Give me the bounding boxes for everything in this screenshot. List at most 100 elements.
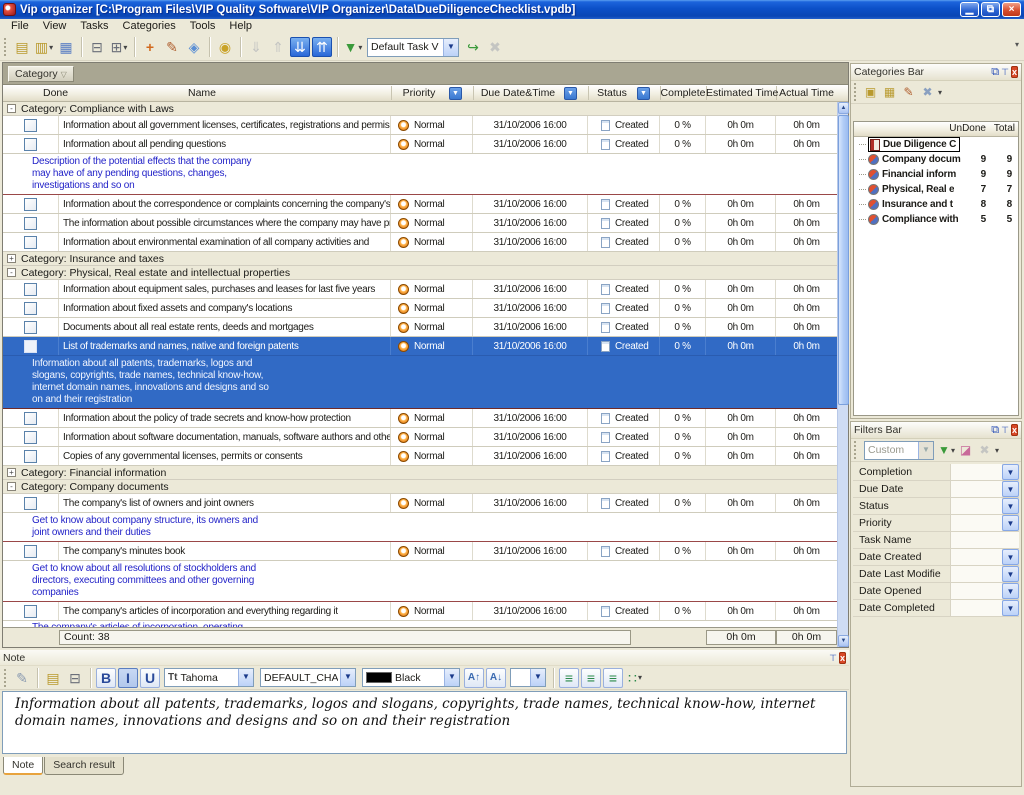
done-checkbox[interactable] (24, 119, 37, 132)
group-by-category-button[interactable]: Category▽ (8, 66, 74, 82)
column-filter-dropdown-icon[interactable]: ▼ (564, 87, 577, 100)
insert-object-button[interactable]: ▤ (42, 667, 64, 689)
task-row[interactable]: Information about equipment sales, purch… (3, 280, 837, 299)
done-checkbox[interactable] (24, 283, 37, 296)
print-note-button[interactable]: ⊟ (64, 667, 86, 689)
charset-combo-dropdown[interactable]: ▼ (340, 669, 355, 686)
filter-preset-combo[interactable]: Custom▼ (864, 441, 934, 460)
scroll-up-button[interactable]: ▲ (838, 102, 849, 114)
task-view-combo[interactable]: Default Task V▼ (367, 38, 459, 57)
tree-category-item[interactable]: Company docum99 (854, 152, 1018, 167)
filter-value-field[interactable] (950, 600, 1002, 616)
task-note-row[interactable]: Description of the potential effects tha… (3, 154, 837, 195)
column-header-done[interactable]: Done (43, 87, 68, 99)
maximize-panel-icon[interactable]: ⧉ (991, 424, 999, 436)
tab-search-result[interactable]: Search result (44, 757, 124, 775)
restore-button[interactable]: ⧉ (981, 2, 1000, 17)
category-row[interactable]: -Category: Compliance with Laws (3, 102, 837, 116)
filter-preset-dropdown[interactable]: ▼ (918, 442, 933, 459)
toolbar-grip[interactable] (4, 669, 7, 687)
delete-category-button[interactable]: ✖ (918, 83, 937, 102)
filter-value-field[interactable] (950, 583, 1002, 599)
pin-panel-icon[interactable]: ⊤ (1001, 425, 1009, 435)
done-checkbox[interactable] (24, 217, 37, 230)
font-color-combo[interactable]: Black▼ (362, 668, 460, 687)
pin-panel-icon[interactable]: ⊤ (1001, 67, 1009, 77)
filter-dropdown-button[interactable]: ▼ (1002, 583, 1019, 599)
tree-root-item[interactable]: Due Diligence C (854, 137, 1018, 152)
maximize-panel-icon[interactable]: ⧉ (991, 66, 999, 78)
duplicate-task-button[interactable]: ◈ (183, 36, 205, 58)
toolbar-grip[interactable] (854, 441, 857, 459)
toolbar-grip[interactable] (854, 83, 857, 101)
grid-vertical-scrollbar[interactable]: ▲ ▼ (837, 102, 848, 647)
done-checkbox[interactable] (24, 545, 37, 558)
filter-dropdown-button[interactable]: ▼ (1002, 549, 1019, 565)
toolbar-overflow-button[interactable]: ▾ (1015, 40, 1019, 49)
task-row[interactable]: Documents about all real estate rents, d… (3, 318, 837, 337)
menu-tools[interactable]: Tools (183, 19, 223, 34)
category-row[interactable]: +Category: Insurance and taxes (3, 252, 837, 266)
clear-filter-button[interactable]: ◪ (956, 441, 975, 460)
edit-task-button[interactable]: ✎ (161, 36, 183, 58)
close-panel-icon[interactable]: x (1011, 424, 1018, 436)
tree-category-item[interactable]: Financial inform99 (854, 167, 1018, 182)
task-row[interactable]: Information about fixed assets and compa… (3, 299, 837, 318)
close-button[interactable]: × (1002, 2, 1021, 17)
category-row[interactable]: +Category: Financial information (3, 466, 837, 480)
new-task-button[interactable]: + (139, 36, 161, 58)
tree-category-item[interactable]: Insurance and t88 (854, 197, 1018, 212)
italic-button[interactable]: I (118, 668, 138, 688)
font-color-combo-dropdown[interactable]: ▼ (444, 669, 459, 686)
save-database-button[interactable]: ▦ (55, 36, 77, 58)
categories-toolbar-overflow-icon[interactable]: ▾ (938, 88, 942, 97)
tree-category-item[interactable]: Compliance with55 (854, 212, 1018, 227)
tree-category-item[interactable]: Physical, Real e77 (854, 182, 1018, 197)
expand-icon[interactable]: + (7, 468, 16, 477)
new-database-button[interactable]: ▤ (11, 36, 33, 58)
collapse-icon[interactable]: - (7, 104, 16, 113)
tab-note[interactable]: Note (3, 757, 43, 775)
menu-tasks[interactable]: Tasks (73, 19, 115, 34)
menu-view[interactable]: View (36, 19, 74, 34)
done-checkbox[interactable] (24, 198, 37, 211)
category-row[interactable]: -Category: Physical, Real estate and int… (3, 266, 837, 280)
task-row[interactable]: The company's list of owners and joint o… (3, 494, 837, 513)
close-panel-icon[interactable]: x (1011, 66, 1018, 78)
done-checkbox[interactable] (24, 605, 37, 618)
scroll-down-button[interactable]: ▼ (838, 635, 849, 647)
underline-button[interactable]: U (140, 668, 160, 688)
menu-file[interactable]: File (4, 19, 36, 34)
task-row[interactable]: Information about the policy of trade se… (3, 409, 837, 428)
apply-filter-button[interactable]: ▼▾ (937, 441, 956, 460)
task-row[interactable]: Copies of any governmental licenses, per… (3, 447, 837, 466)
task-note-row[interactable]: Information about all patents, trademark… (3, 356, 837, 409)
collapse-all-button[interactable]: ⇈ (312, 37, 332, 57)
print-button[interactable]: ⊟ (86, 36, 108, 58)
open-database-button[interactable]: ▥▾ (33, 36, 55, 58)
category-row[interactable]: -Category: Company documents (3, 480, 837, 494)
column-header-due-date-time[interactable]: Due Date&Time (473, 87, 563, 99)
filter-value-field[interactable] (950, 566, 1002, 582)
done-checkbox[interactable] (24, 302, 37, 315)
filter-dropdown-button[interactable]: ▼ (1002, 481, 1019, 497)
task-row[interactable]: Information about all government license… (3, 116, 837, 135)
column-header-actual-time[interactable]: Actual Time (776, 87, 837, 99)
task-note-row[interactable]: Get to know about all resolutions of sto… (3, 561, 837, 602)
done-checkbox[interactable] (24, 431, 37, 444)
expand-icon[interactable]: + (7, 254, 16, 263)
filters-toolbar-overflow-icon[interactable]: ▾ (995, 446, 999, 455)
edit-category-button[interactable]: ✎ (899, 83, 918, 102)
filter-dropdown-button[interactable]: ▼ (1002, 464, 1019, 480)
pin-note-panel-icon[interactable]: ⊤ (829, 653, 837, 663)
charset-combo[interactable]: DEFAULT_CHAR▼ (260, 668, 356, 687)
font-family-combo[interactable]: TtTahoma▼ (164, 668, 254, 687)
column-header-estimated-time[interactable]: Estimated Time (706, 87, 776, 99)
filter-value-field[interactable] (950, 515, 1002, 531)
task-row[interactable]: The information about possible circumsta… (3, 214, 837, 233)
customize-view-button[interactable]: ↪ (462, 36, 484, 58)
scroll-thumb[interactable] (838, 115, 849, 405)
edit-note-button[interactable]: ✎ (11, 667, 33, 689)
column-header-status[interactable]: Status (588, 87, 636, 99)
task-row[interactable]: Information about software documentation… (3, 428, 837, 447)
